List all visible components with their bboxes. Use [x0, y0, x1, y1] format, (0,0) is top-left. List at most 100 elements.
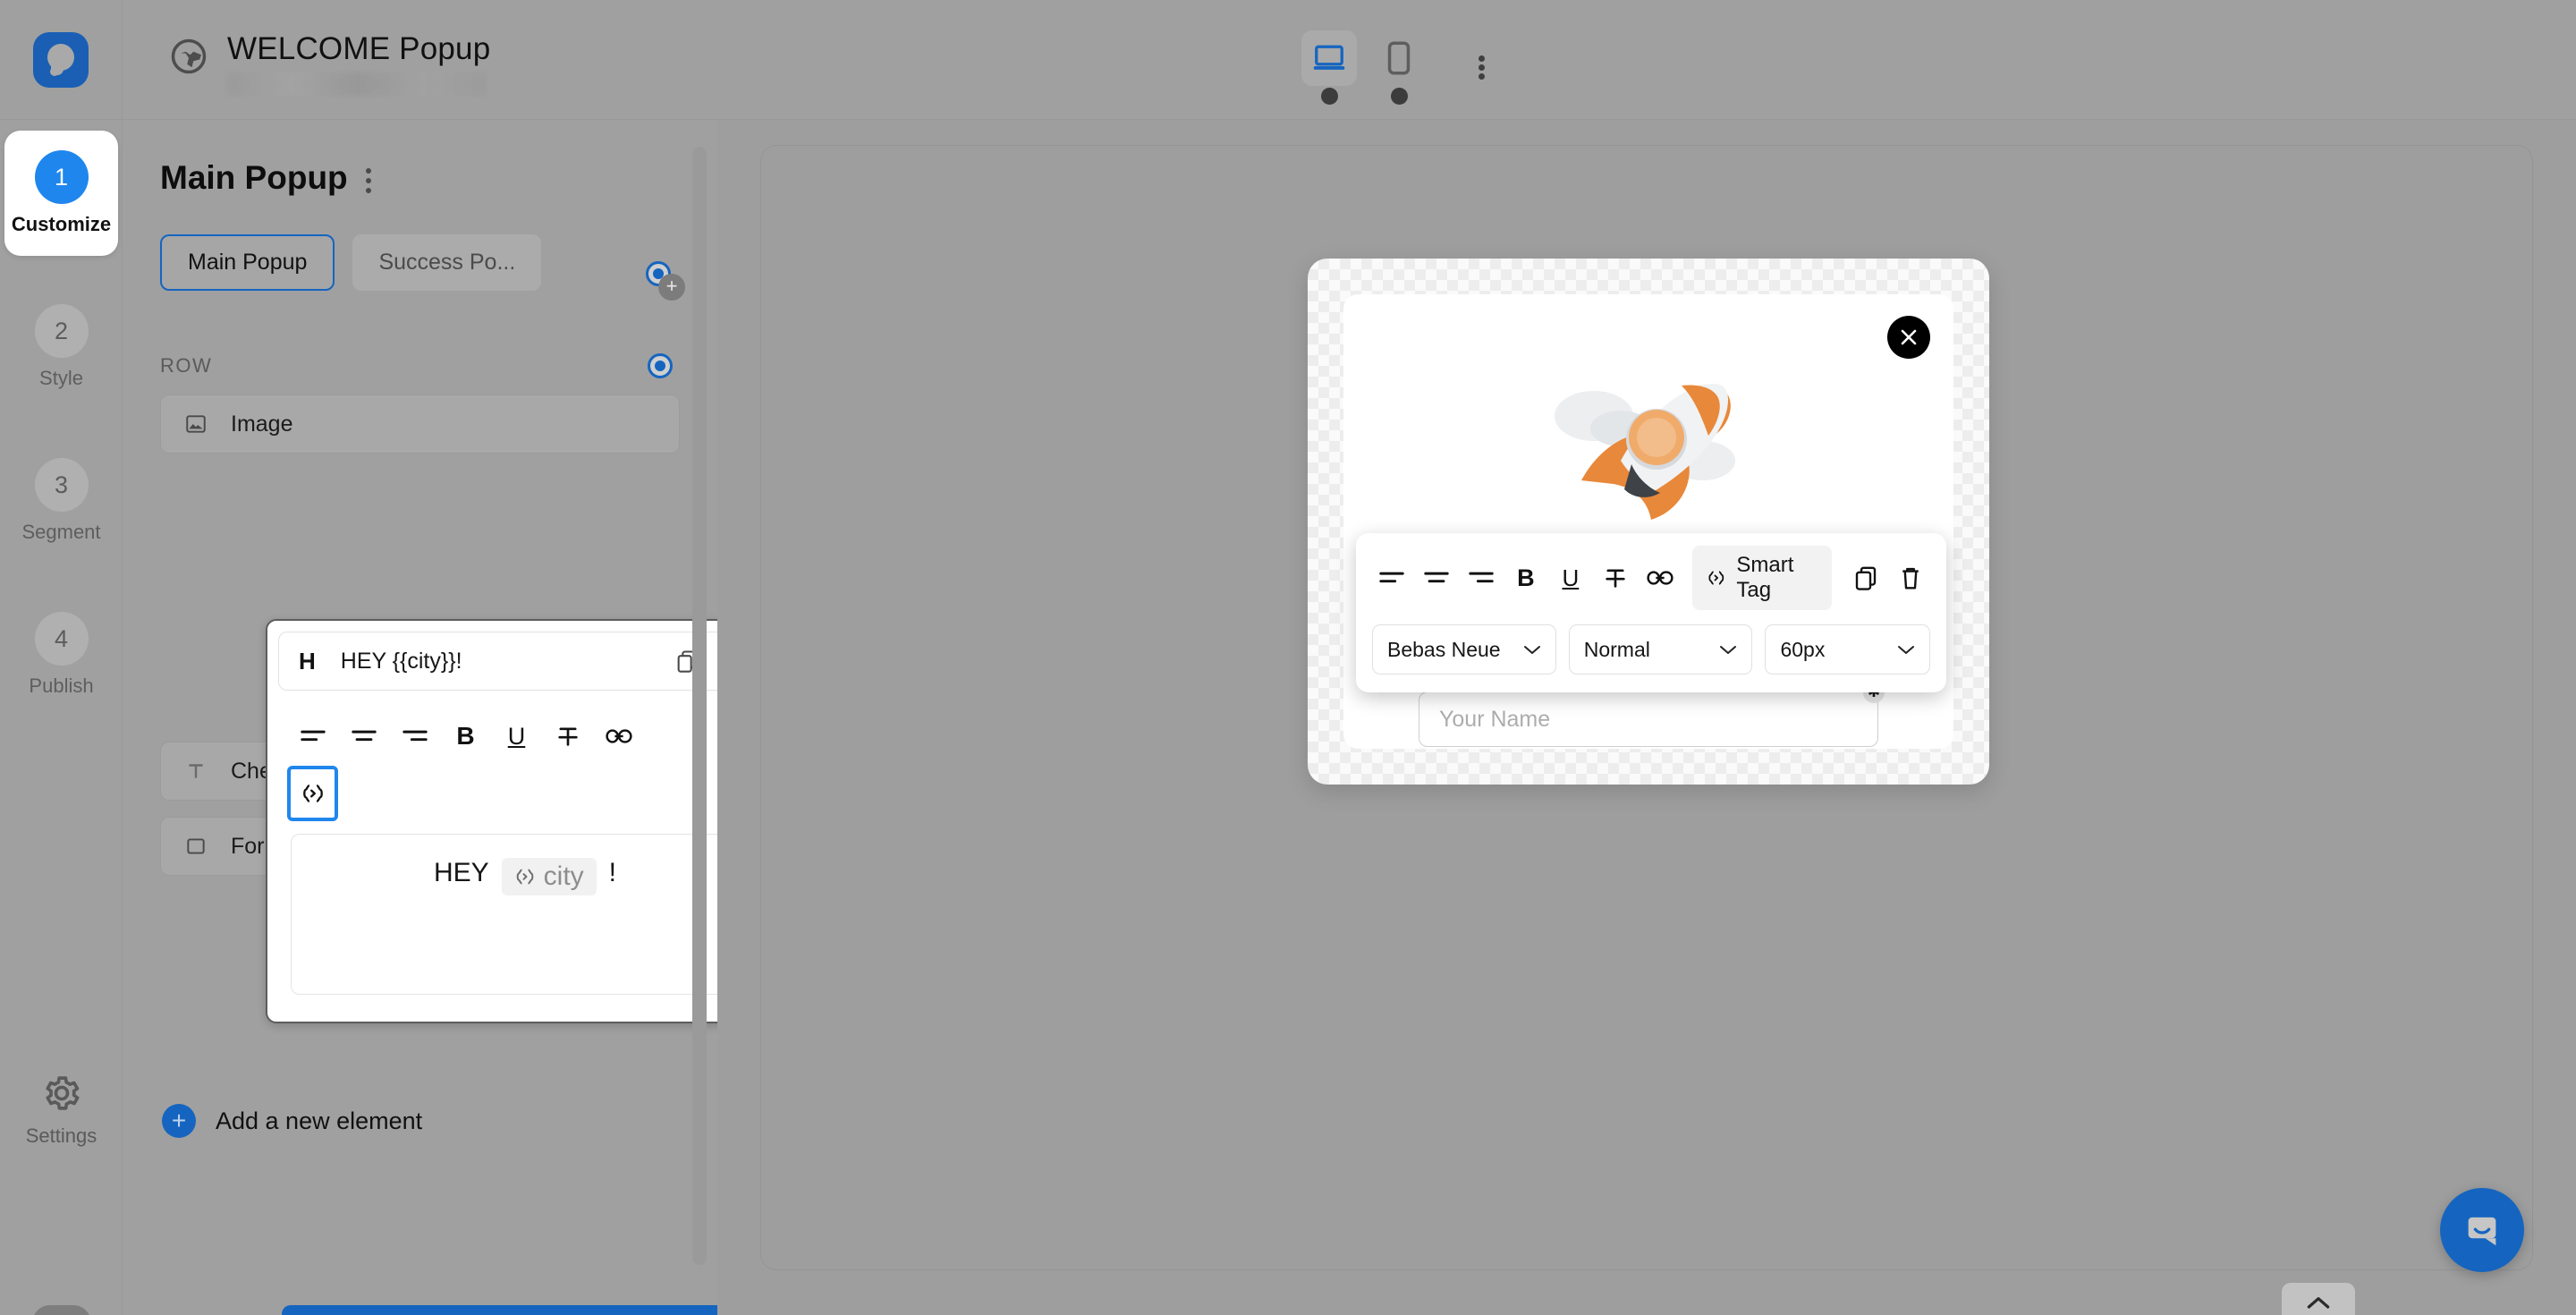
font-size-select[interactable]: 60px: [1765, 624, 1930, 674]
sidebar-item-style[interactable]: 2 Style: [0, 284, 123, 410]
collapse-panel-button[interactable]: [2282, 1283, 2355, 1315]
desktop-icon: [1313, 45, 1345, 70]
chevron-down-icon: [1720, 646, 1737, 654]
panel-title: Main Popup: [160, 159, 348, 196]
selected-element-editor[interactable]: HEY city !: [291, 834, 717, 995]
mobile-icon: [1387, 41, 1411, 75]
mobile-indicator-dot: [1390, 88, 1408, 105]
float-align-right-button[interactable]: [1462, 556, 1501, 599]
next-to-success-popup-button[interactable]: Next to Success Popup: [282, 1305, 717, 1315]
app-logo[interactable]: [0, 0, 123, 120]
panel-scrollbar[interactable]: [692, 147, 707, 1265]
bold-button[interactable]: B: [440, 714, 491, 759]
link-icon: [605, 729, 632, 743]
text-icon: [189, 764, 203, 778]
float-delete-button[interactable]: [1891, 556, 1930, 599]
support-chat-button[interactable]: [2440, 1188, 2524, 1272]
selected-element-toolbar: B U: [278, 691, 717, 821]
align-left-icon: [300, 730, 326, 742]
float-align-left-button[interactable]: [1372, 556, 1411, 599]
popup-name-placeholder: Your Name: [1439, 706, 1551, 732]
font-family-value: Bebas Neue: [1387, 637, 1501, 661]
sidebar-item-settings[interactable]: Settings: [0, 1073, 123, 1148]
popup-preview: HEY {{CITY}}! Check out our amazing offe…: [1308, 259, 1989, 785]
align-right-icon: [1469, 572, 1494, 583]
font-size-value: 60px: [1780, 637, 1826, 661]
chevron-down-icon: [1897, 646, 1914, 654]
float-duplicate-button[interactable]: [1846, 556, 1885, 599]
float-smart-tag-label: Smart Tag: [1736, 553, 1794, 602]
popup-name-input[interactable]: Your Name ✱: [1419, 682, 1885, 747]
underline-icon: U: [1562, 564, 1580, 591]
sidebar-item-customize[interactable]: 1 Customize: [4, 131, 118, 256]
add-new-element-label: Add a new element: [216, 1107, 423, 1134]
align-center-button[interactable]: [338, 714, 389, 759]
editor-text-before: HEY: [433, 858, 489, 887]
top-bar: WELCOME Popup: [0, 0, 2576, 120]
heading-type-badge: H: [299, 647, 316, 674]
device-mobile[interactable]: [1371, 30, 1427, 105]
gear-icon: [45, 1076, 79, 1110]
globe-icon: [171, 38, 207, 74]
step-label: Segment: [21, 521, 101, 543]
app-root: WELCOME Popup 1 Customize 2 Style 3 Segm…: [0, 0, 2576, 1315]
popupsmart-logo-icon: [33, 32, 89, 88]
float-strikethrough-button[interactable]: [1596, 556, 1635, 599]
preview-canvas: HEY {{CITY}}! Check out our amazing offe…: [717, 120, 2576, 1315]
step-number: 1: [34, 150, 89, 204]
link-icon: [1647, 571, 1674, 585]
underline-icon: U: [507, 722, 526, 750]
chat-bubble-icon: [2468, 1217, 2496, 1246]
font-weight-value: Normal: [1583, 637, 1650, 661]
step-number: 3: [34, 458, 89, 512]
popup-close-button[interactable]: [1887, 316, 1930, 359]
link-button[interactable]: [593, 714, 644, 759]
strikethrough-button[interactable]: [542, 714, 593, 759]
floating-text-toolbar: B U Smart Tag Bebas Neue Normal 60px: [1356, 533, 1946, 692]
float-link-button[interactable]: [1640, 556, 1680, 599]
sidebar-item-publish[interactable]: 4 Publish: [0, 592, 123, 717]
smart-tag-button[interactable]: [287, 766, 338, 821]
bold-icon: B: [456, 722, 475, 750]
float-bold-button[interactable]: B: [1506, 556, 1546, 599]
list-item-label: Image: [231, 411, 293, 437]
font-weight-select[interactable]: Normal: [1568, 624, 1753, 674]
device-desktop[interactable]: [1301, 30, 1357, 105]
editor-panel: Main Popup + Main Popup Success Po... RO…: [123, 120, 717, 1315]
float-align-center-button[interactable]: [1417, 556, 1456, 599]
site-url-redacted: [227, 72, 487, 96]
list-item-image[interactable]: Image: [160, 394, 680, 454]
align-left-button[interactable]: [287, 714, 338, 759]
tab-success-popup[interactable]: Success Po...: [352, 234, 542, 291]
align-left-icon: [1379, 572, 1404, 583]
form-icon: [187, 838, 205, 854]
site-info[interactable]: WELCOME Popup: [170, 31, 490, 96]
add-row-button[interactable]: +: [658, 274, 685, 301]
row-radio-selected-icon[interactable]: [648, 353, 673, 378]
copy-icon: [1855, 566, 1877, 590]
step-number: 4: [34, 612, 89, 666]
sidebar-item-segment[interactable]: 3 Segment: [0, 438, 123, 564]
preview-more-menu[interactable]: [1457, 44, 1505, 92]
underline-button[interactable]: U: [491, 714, 542, 759]
bold-icon: B: [1517, 564, 1535, 591]
smart-tag-icon: [516, 869, 533, 885]
kebab-menu-icon: [365, 168, 371, 174]
tab-main-popup[interactable]: Main Popup: [160, 234, 335, 291]
step-rail: 1 Customize 2 Style 3 Segment 4 Publish …: [0, 120, 123, 1315]
workspace-switcher[interactable]: [32, 1305, 91, 1315]
float-underline-button[interactable]: U: [1551, 556, 1590, 599]
selected-element-title: HEY {{city}}!: [340, 648, 462, 674]
float-smart-tag-button[interactable]: Smart Tag: [1691, 546, 1833, 610]
editor-text-after: !: [608, 858, 617, 887]
image-icon: [186, 415, 206, 433]
row-section-header: ROW: [123, 291, 717, 378]
settings-label: Settings: [25, 1124, 97, 1147]
font-family-select[interactable]: Bebas Neue: [1372, 624, 1556, 674]
editor-smart-tag-chip[interactable]: city: [501, 858, 597, 895]
align-right-button[interactable]: [389, 714, 440, 759]
step-number: 2: [34, 304, 89, 358]
add-new-element-button[interactable]: + Add a new element: [123, 1104, 422, 1138]
selected-element-header[interactable]: H HEY {{city}}!: [278, 632, 717, 691]
panel-more-menu[interactable]: [365, 163, 371, 193]
